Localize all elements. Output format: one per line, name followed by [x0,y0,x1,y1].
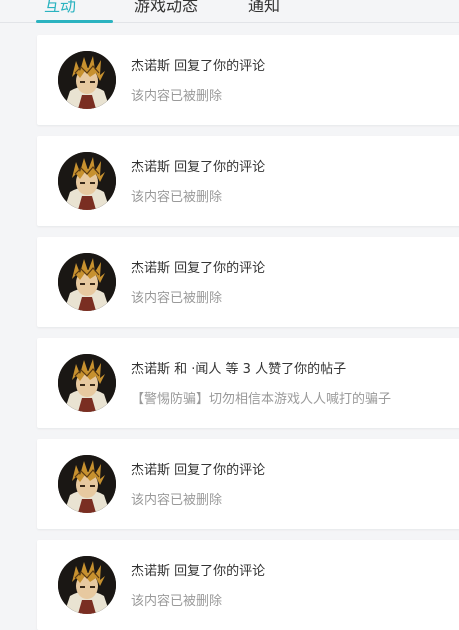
user-avatar-icon[interactable] [58,354,116,412]
notification-card[interactable]: 杰诺斯 回复了你的评论 该内容已被删除 [37,136,459,226]
notification-subtitle: 【警惕防骗】切勿相信本游戏人人喊打的骗子 [131,392,392,407]
user-avatar-icon[interactable] [58,253,116,311]
notification-subtitle: 该内容已被删除 [131,291,223,306]
notification-card[interactable]: 杰诺斯 回复了你的评论 该内容已被删除 [37,35,459,125]
notification-subtitle: 该内容已被删除 [131,594,223,609]
notification-title: 杰诺斯 和 ·闻人 等 3 人赞了你的帖子 [131,362,347,377]
active-tab-indicator [36,20,113,23]
tab-interaction[interactable]: 互动 [44,0,76,16]
user-avatar-icon[interactable] [58,556,116,614]
notification-title: 杰诺斯 回复了你的评论 [131,564,266,579]
notification-title: 杰诺斯 回复了你的评论 [131,463,266,478]
notification-card[interactable]: 杰诺斯 回复了你的评论 该内容已被删除 [37,540,459,630]
user-avatar-icon[interactable] [58,51,116,109]
tab-game-news[interactable]: 游戏动态 [134,0,198,16]
notification-subtitle: 该内容已被删除 [131,493,223,508]
notification-title: 杰诺斯 回复了你的评论 [131,261,266,276]
notification-subtitle: 该内容已被删除 [131,190,223,205]
user-avatar-icon[interactable] [58,152,116,210]
tab-bar: 互动 游戏动态 通知 [0,0,459,23]
notification-subtitle: 该内容已被删除 [131,89,223,104]
notification-title: 杰诺斯 回复了你的评论 [131,59,266,74]
notification-card[interactable]: 杰诺斯 回复了你的评论 该内容已被删除 [37,237,459,327]
notification-title: 杰诺斯 回复了你的评论 [131,160,266,175]
user-avatar-icon[interactable] [58,455,116,513]
notification-card[interactable]: 杰诺斯 回复了你的评论 该内容已被删除 [37,439,459,529]
tab-notice[interactable]: 通知 [248,0,280,16]
notification-card[interactable]: 杰诺斯 和 ·闻人 等 3 人赞了你的帖子【警惕防骗】切勿相信本游戏人人喊打的骗… [37,338,459,428]
